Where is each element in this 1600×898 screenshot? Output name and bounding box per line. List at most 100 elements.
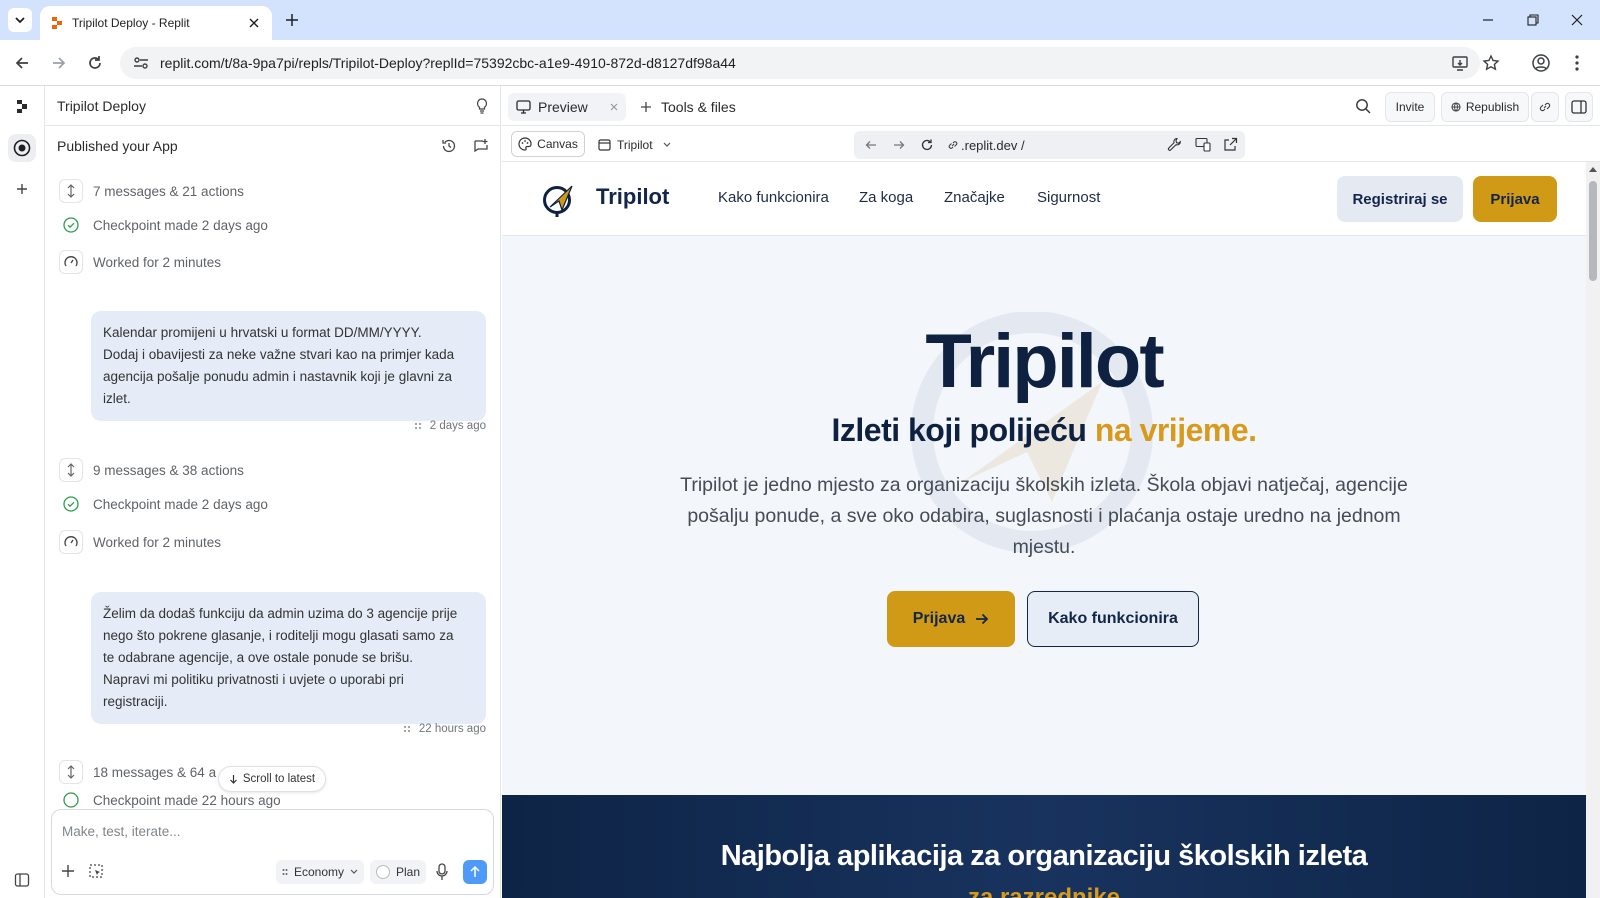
split-pane-icon[interactable] bbox=[1565, 92, 1593, 122]
browser-menu-icon[interactable] bbox=[1566, 52, 1588, 74]
agent-header: Tripilot Deploy bbox=[45, 86, 501, 126]
arrow-right-icon bbox=[975, 613, 989, 625]
expand-updown-icon bbox=[59, 179, 83, 203]
hero-how-it-works-button[interactable]: Kako funkcionira bbox=[1027, 591, 1199, 647]
republish-button[interactable]: Republish bbox=[1441, 92, 1529, 122]
chevron-down-icon bbox=[663, 142, 671, 148]
add-tool-icon[interactable] bbox=[8, 175, 36, 203]
user-message: Želim da dodaš funkciju da admin uzima d… bbox=[91, 592, 486, 724]
device-preview-icon[interactable] bbox=[1195, 137, 1211, 152]
nav-link-for-whom[interactable]: Za koga bbox=[859, 189, 913, 206]
message-timestamp: 22 hours ago bbox=[376, 723, 486, 735]
message-timestamp: 2 days ago bbox=[380, 420, 486, 432]
republish-icon bbox=[1451, 102, 1461, 112]
palette-icon bbox=[518, 137, 532, 151]
checkpoint-check-icon bbox=[59, 791, 83, 809]
share-link-icon[interactable] bbox=[1531, 92, 1559, 122]
link-icon bbox=[947, 139, 959, 151]
checkpoint-row[interactable]: Checkpoint made 2 days ago bbox=[59, 210, 268, 240]
toggle-sidebar-icon[interactable] bbox=[8, 866, 36, 894]
agent-input[interactable] bbox=[51, 809, 494, 895]
worked-time-row: Worked for 2 minutes bbox=[59, 527, 221, 557]
mode-selector[interactable]: Economy bbox=[276, 860, 365, 884]
preview-url-bar[interactable] bbox=[854, 131, 1245, 159]
plan-toggle[interactable]: Plan bbox=[370, 860, 427, 884]
plan-toggle-circle bbox=[376, 865, 390, 879]
agent-status: Published your App bbox=[57, 138, 178, 154]
arrow-down-icon bbox=[229, 774, 238, 784]
close-preview-tab-icon[interactable] bbox=[610, 103, 618, 111]
microphone-icon[interactable] bbox=[435, 863, 453, 881]
preview-reload-icon[interactable] bbox=[920, 138, 934, 152]
invite-button[interactable]: Invite bbox=[1385, 92, 1435, 122]
tab-preview[interactable]: Preview bbox=[508, 93, 626, 121]
site-info-icon[interactable] bbox=[132, 54, 150, 72]
band-subtitle: za razrednike bbox=[967, 884, 1121, 898]
replit-logo-icon[interactable] bbox=[8, 93, 36, 121]
tab-title: Tripilot Deploy - Replit bbox=[72, 16, 190, 30]
plus-icon bbox=[640, 101, 652, 113]
send-button[interactable] bbox=[463, 860, 487, 884]
chevron-down-icon bbox=[350, 869, 358, 875]
login-button[interactable]: Prijava bbox=[1473, 176, 1557, 222]
preview-scrollbar-thumb[interactable] bbox=[1589, 181, 1597, 281]
arrow-up-icon bbox=[470, 866, 480, 878]
select-element-icon[interactable] bbox=[89, 864, 105, 880]
expand-updown-icon bbox=[59, 760, 83, 784]
mode-dots-icon bbox=[282, 868, 288, 876]
project-title: Tripilot Deploy bbox=[57, 97, 146, 114]
lightbulb-icon[interactable] bbox=[475, 97, 489, 114]
reload-icon[interactable] bbox=[83, 51, 107, 75]
nav-link-security[interactable]: Sigurnost bbox=[1037, 189, 1100, 206]
canvas-button[interactable]: Canvas bbox=[511, 131, 585, 157]
nav-link-how-it-works[interactable]: Kako funkcionira bbox=[718, 189, 829, 206]
agent-icon[interactable] bbox=[8, 134, 36, 162]
close-tab-icon[interactable] bbox=[246, 15, 262, 31]
register-button[interactable]: Registriraj se bbox=[1337, 176, 1463, 222]
address-bar[interactable]: replit.com/t/8a-9pa7pi/repls/Tripilot-De… bbox=[120, 47, 1480, 79]
hero-login-button[interactable]: Prijava bbox=[887, 591, 1015, 647]
checkpoint-row[interactable]: Checkpoint made 22 hours ago bbox=[59, 791, 281, 809]
tripilot-logo-icon[interactable] bbox=[540, 180, 578, 218]
band-title: Najbolja aplikacija za organizaciju škol… bbox=[720, 840, 1368, 872]
hero-description: Tripilot je jedno mjesto za organizaciju… bbox=[680, 474, 1408, 558]
preview-forward-icon[interactable] bbox=[892, 138, 906, 152]
hero-subtitle-accent: na vrijeme. bbox=[1094, 412, 1257, 448]
new-chat-icon[interactable] bbox=[473, 138, 489, 154]
actions-summary[interactable]: 18 messages & 64 a bbox=[59, 757, 216, 787]
nav-link-features[interactable]: Značajke bbox=[944, 189, 1005, 206]
tab-tools-files[interactable]: Tools & files bbox=[632, 93, 744, 121]
drag-dots-icon bbox=[414, 422, 422, 430]
history-icon[interactable] bbox=[441, 138, 457, 154]
minimize-icon[interactable] bbox=[1465, 0, 1511, 40]
search-icon[interactable] bbox=[1355, 98, 1373, 116]
checkpoint-check-icon bbox=[59, 213, 83, 237]
attach-plus-icon[interactable] bbox=[61, 864, 77, 880]
preview-back-icon[interactable] bbox=[864, 138, 878, 152]
hero-title: Tripilot bbox=[925, 319, 1164, 404]
browser-window-icon bbox=[598, 139, 611, 151]
worked-time-row: Worked for 2 minutes bbox=[59, 247, 221, 277]
actions-summary[interactable]: 9 messages & 38 actions bbox=[59, 455, 244, 485]
left-rail bbox=[0, 86, 45, 898]
site-brand[interactable]: Tripilot bbox=[596, 184, 669, 210]
open-new-tab-icon[interactable] bbox=[1223, 137, 1238, 152]
timer-gauge-icon bbox=[59, 530, 83, 554]
install-app-icon[interactable] bbox=[1449, 52, 1471, 74]
new-tab-icon[interactable] bbox=[282, 10, 302, 30]
devtools-wrench-icon[interactable] bbox=[1167, 137, 1182, 152]
restore-icon[interactable] bbox=[1510, 0, 1556, 40]
tab-search-icon[interactable] bbox=[8, 8, 32, 32]
back-icon[interactable] bbox=[10, 51, 34, 75]
actions-summary[interactable]: 7 messages & 21 actions bbox=[59, 176, 244, 206]
scroll-to-latest-button[interactable]: Scroll to latest bbox=[218, 766, 326, 792]
profile-icon[interactable] bbox=[1530, 52, 1552, 74]
timer-gauge-icon bbox=[59, 250, 83, 274]
app-selector[interactable]: Tripilot bbox=[598, 134, 671, 156]
checkpoint-row[interactable]: Checkpoint made 2 days ago bbox=[59, 489, 268, 519]
forward-icon[interactable] bbox=[47, 51, 71, 75]
close-window-icon[interactable] bbox=[1554, 0, 1600, 40]
browser-tab[interactable]: Tripilot Deploy - Replit bbox=[40, 6, 272, 40]
scroll-up-arrow-icon[interactable] bbox=[1588, 165, 1598, 173]
bookmark-star-icon[interactable] bbox=[1480, 52, 1502, 74]
